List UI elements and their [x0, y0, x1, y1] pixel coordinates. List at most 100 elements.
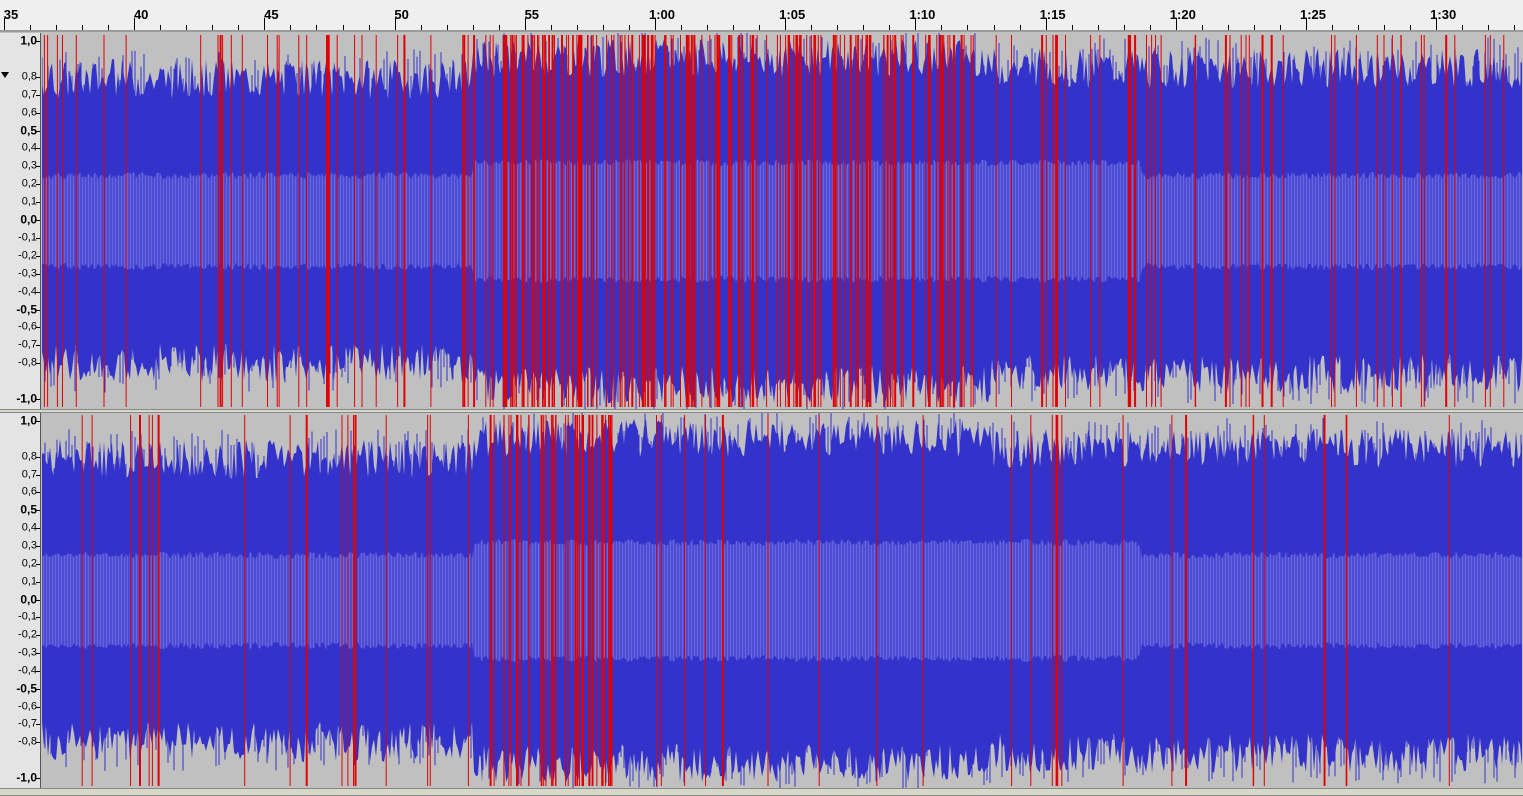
- ruler-minor-tick: [681, 25, 682, 30]
- ruler-minor-tick: [525, 25, 526, 30]
- amplitude-tick: [36, 545, 40, 547]
- amplitude-tick: [36, 184, 40, 186]
- ruler-minor-tick: [733, 25, 734, 30]
- waveform-right[interactable]: [42, 413, 1523, 788]
- amplitude-tick: [36, 635, 40, 637]
- ruler-minor-tick: [421, 25, 422, 30]
- amplitude-label: -0,4: [18, 664, 37, 677]
- ruler-minor-tick: [1514, 25, 1515, 30]
- ruler-minor-tick: [1306, 25, 1307, 30]
- amplitude-tick: [36, 166, 40, 168]
- amplitude-label: 0,7: [21, 468, 37, 481]
- amplitude-label: 0,3: [21, 159, 37, 172]
- track-menu-arrow-icon[interactable]: [1, 71, 9, 79]
- amplitude-label: 0,0: [20, 212, 37, 227]
- ruler-minor-tick: [889, 25, 890, 30]
- ruler-minor-tick: [1410, 25, 1411, 30]
- ruler-minor-tick: [967, 25, 968, 30]
- ruler-minor-tick: [369, 25, 370, 30]
- amplitude-label: -0,6: [18, 320, 37, 333]
- amplitude-label: -0,1: [18, 231, 37, 244]
- ruler-minor-tick: [290, 25, 291, 30]
- amplitude-tick: [36, 688, 40, 690]
- ruler-tick-label: 1:20: [1169, 7, 1196, 22]
- ruler-minor-tick: [941, 25, 942, 30]
- amplitude-label: -0,3: [18, 267, 37, 280]
- ruler-minor-tick: [238, 25, 239, 30]
- ruler-minor-tick: [1176, 25, 1177, 30]
- ruler-minor-tick: [1098, 25, 1099, 30]
- amplitude-label: 0,2: [21, 557, 37, 570]
- amplitude-scale-right: 1,0 0,8 0,7 0,6 0,5 0,4 0,3 0,2 0,1 0,0 -0,1 -0,2 -0…: [0, 413, 41, 788]
- ruler-minor-tick: [160, 25, 161, 30]
- ruler-tick-label: 1:10: [909, 7, 936, 22]
- amplitude-tick: [36, 581, 40, 583]
- amplitude-tick: [36, 327, 40, 329]
- amplitude-label: 0,8: [21, 450, 37, 463]
- amplitude-label: -0,2: [18, 249, 37, 262]
- amplitude-label: 0,1: [21, 575, 37, 588]
- amplitude-label: -0,1: [18, 610, 37, 623]
- amplitude-tick: [36, 220, 40, 221]
- amplitude-label: 0,4: [21, 141, 37, 154]
- amplitude-tick: [36, 653, 40, 655]
- amplitude-tick: [36, 724, 40, 726]
- amplitude-tick: [36, 563, 40, 565]
- amplitude-label: -0,7: [18, 338, 37, 351]
- amplitude-tick: [36, 76, 40, 78]
- ruler-minor-tick: [1254, 25, 1255, 30]
- amplitude-label: -0,4: [18, 285, 37, 298]
- ruler-minor-tick: [1020, 25, 1021, 30]
- amplitude-tick: [36, 255, 40, 257]
- amplitude-tick: [36, 273, 40, 275]
- amplitude-tick: [36, 670, 40, 672]
- ruler-minor-tick: [1462, 25, 1463, 30]
- amplitude-tick: [36, 112, 40, 114]
- ruler-minor-tick: [785, 25, 786, 30]
- amplitude-label: -0,5: [16, 681, 37, 696]
- amplitude-tick: [36, 237, 40, 239]
- amplitude-label: 1,0: [20, 413, 37, 428]
- amplitude-label: -0,8: [18, 356, 37, 369]
- ruler-tick-label: 35: [3, 7, 19, 22]
- amplitude-label: 0,4: [21, 521, 37, 534]
- amplitude-label: 0,7: [21, 88, 37, 101]
- ruler-minor-tick: [915, 25, 916, 30]
- ruler-minor-tick: [56, 25, 57, 30]
- ruler-minor-tick: [82, 25, 83, 30]
- timeline-ruler[interactable]: 35 40 45 50 55 1:00 1:05 1:10 1:15 1:20 1:25 1:30: [0, 0, 1523, 32]
- ruler-minor-tick: [1332, 25, 1333, 30]
- ruler-tick-label: 1:05: [779, 7, 806, 22]
- amplitude-tick: [36, 742, 40, 744]
- waveform-left[interactable]: [42, 33, 1523, 409]
- audio-track-left-channel[interactable]: 1,0 0,8 0,7 0,6 0,5 0,4 0,3 0,2 0,1 0,0 -0,1 -0,2 -0…: [0, 33, 1523, 409]
- ruler-minor-tick: [1228, 25, 1229, 30]
- amplitude-tick: [36, 421, 40, 422]
- amplitude-label: 0,5: [20, 502, 37, 517]
- ruler-minor-tick: [212, 25, 213, 30]
- amplitude-label: 0,0: [20, 592, 37, 606]
- amplitude-tick: [36, 148, 40, 150]
- audio-track-right-channel[interactable]: 1,0 0,8 0,7 0,6 0,5 0,4 0,3 0,2 0,1 0,0 -0,1 -0,2 -0…: [0, 413, 1523, 788]
- amplitude-tick: [36, 399, 40, 400]
- ruler-minor-tick: [30, 25, 31, 30]
- ruler-minor-tick: [395, 25, 396, 30]
- amplitude-label: 1,0: [20, 33, 37, 48]
- amplitude-tick: [36, 130, 40, 132]
- ruler-tick-label: 1:15: [1039, 7, 1066, 22]
- amplitude-label: -0,7: [18, 717, 37, 730]
- amplitude-label: 0,5: [20, 123, 37, 137]
- ruler-tick-label: 50: [394, 7, 409, 22]
- amplitude-label: 0,8: [21, 70, 37, 83]
- amplitude-tick: [36, 345, 40, 347]
- ruler-minor-tick: [629, 25, 630, 30]
- ruler-minor-tick: [863, 25, 864, 30]
- ruler-minor-tick: [473, 25, 474, 30]
- amplitude-label: -1,0: [16, 770, 37, 785]
- ruler-minor-tick: [1072, 25, 1073, 30]
- amplitude-tick: [36, 94, 40, 96]
- ruler-minor-tick: [759, 25, 760, 30]
- ruler-tick-label: 1:30: [1430, 7, 1457, 22]
- amplitude-label: -0,6: [18, 700, 37, 713]
- amplitude-tick: [36, 706, 40, 708]
